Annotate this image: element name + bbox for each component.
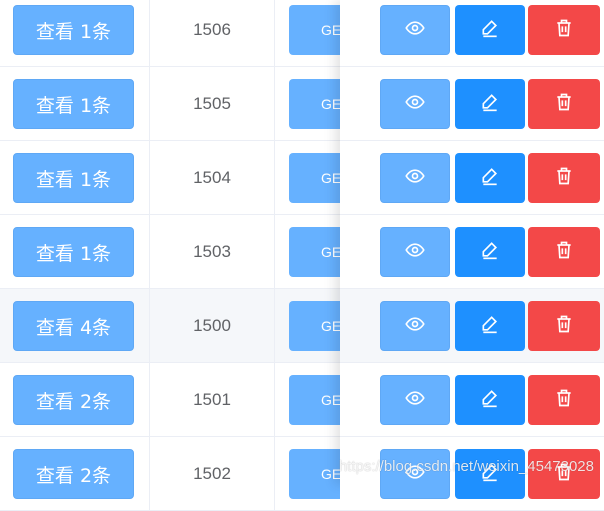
view-button[interactable] [380, 79, 450, 129]
edit-button[interactable] [455, 79, 525, 129]
view-count-button[interactable]: 查看 1条 [13, 79, 134, 129]
eye-icon [405, 166, 425, 191]
delete-button[interactable] [528, 227, 600, 277]
pencil-icon [480, 240, 500, 265]
trash-icon [554, 388, 574, 413]
row-id: 1500 [193, 316, 231, 335]
row-id: 1505 [193, 94, 231, 113]
delete-button[interactable] [528, 153, 600, 203]
view-count-button[interactable]: 查看 2条 [13, 375, 134, 425]
trash-icon [554, 92, 574, 117]
action-row [340, 363, 604, 437]
row-id: 1502 [193, 464, 231, 483]
pencil-icon [480, 388, 500, 413]
action-row [340, 0, 604, 67]
view-button[interactable] [380, 5, 450, 55]
eye-icon [405, 92, 425, 117]
view-count-button[interactable]: 查看 1条 [13, 5, 134, 55]
eye-icon [405, 314, 425, 339]
watermark-text: https://blog.csdn.net/weixin_45473028 [338, 458, 594, 475]
trash-icon [554, 314, 574, 339]
view-button[interactable] [380, 227, 450, 277]
edit-button[interactable] [455, 153, 525, 203]
column-divider [274, 289, 275, 362]
row-id: 1503 [193, 242, 231, 261]
action-row [340, 141, 604, 215]
row-id: 1501 [193, 390, 231, 409]
column-divider [274, 437, 275, 510]
column-divider [274, 141, 275, 214]
column-divider [274, 0, 275, 66]
column-divider [274, 67, 275, 140]
delete-button[interactable] [528, 5, 600, 55]
trash-icon [554, 240, 574, 265]
row-id: 1506 [193, 20, 231, 39]
action-row [340, 215, 604, 289]
view-button[interactable] [380, 153, 450, 203]
eye-icon [405, 18, 425, 43]
column-divider [274, 363, 275, 436]
column-divider [274, 215, 275, 288]
pencil-icon [480, 92, 500, 117]
eye-icon [405, 240, 425, 265]
view-count-button[interactable]: 查看 4条 [13, 301, 134, 351]
view-count-button[interactable]: 查看 1条 [13, 153, 134, 203]
row-id: 1504 [193, 168, 231, 187]
delete-button[interactable] [528, 375, 600, 425]
view-count-button[interactable]: 查看 2条 [13, 449, 134, 499]
edit-button[interactable] [455, 227, 525, 277]
eye-icon [405, 388, 425, 413]
trash-icon [554, 166, 574, 191]
edit-button[interactable] [455, 5, 525, 55]
edit-button[interactable] [455, 301, 525, 351]
delete-button[interactable] [528, 79, 600, 129]
action-row [340, 289, 604, 363]
pencil-icon [480, 18, 500, 43]
view-button[interactable] [380, 375, 450, 425]
delete-button[interactable] [528, 301, 600, 351]
pencil-icon [480, 314, 500, 339]
action-row [340, 67, 604, 141]
trash-icon [554, 18, 574, 43]
view-button[interactable] [380, 301, 450, 351]
view-count-button[interactable]: 查看 1条 [13, 227, 134, 277]
edit-button[interactable] [455, 375, 525, 425]
fixed-action-column [340, 0, 604, 511]
pencil-icon [480, 166, 500, 191]
